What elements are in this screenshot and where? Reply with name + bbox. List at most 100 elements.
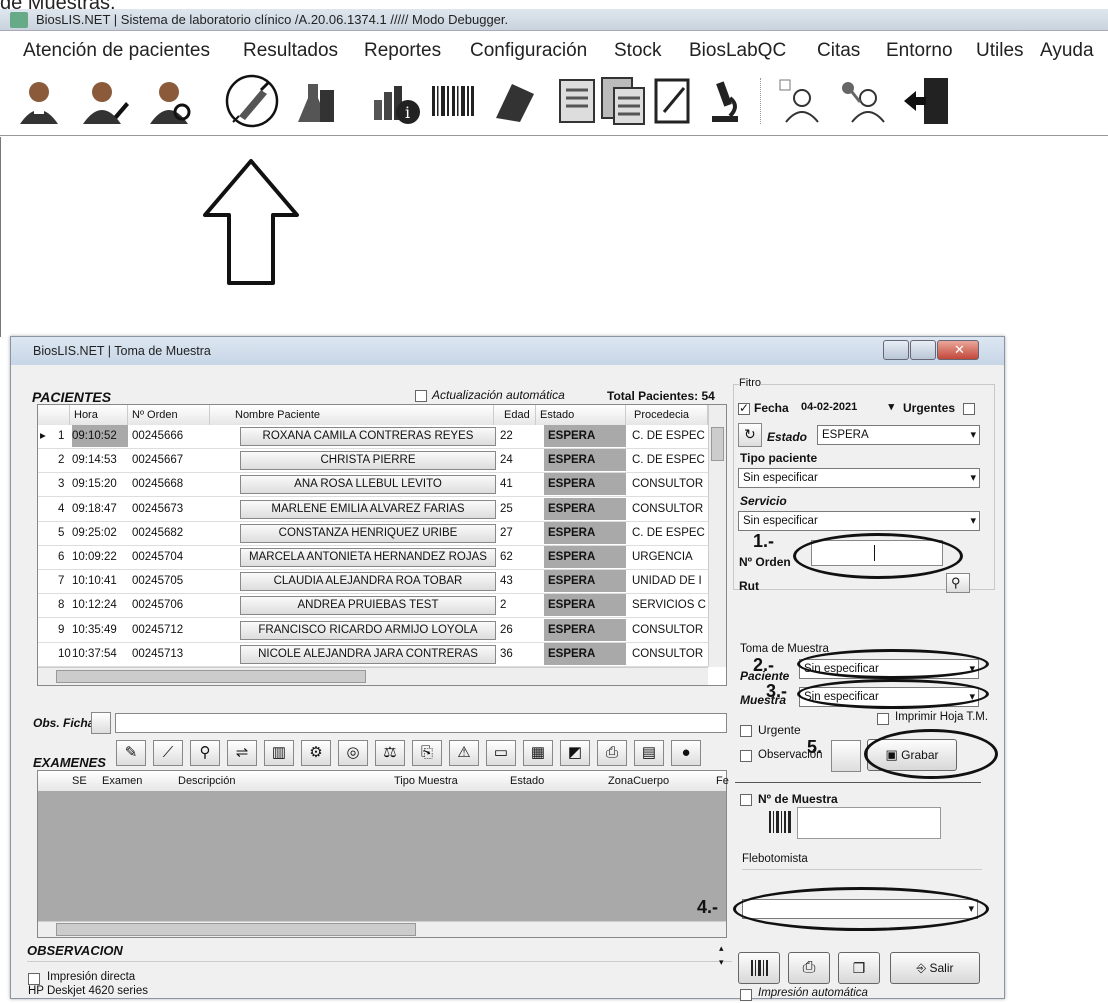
- col-orden[interactable]: Nº Orden: [128, 405, 210, 425]
- menu-atencion[interactable]: Atención de pacientes: [23, 40, 210, 62]
- examenes-hscrollbar[interactable]: [38, 921, 726, 937]
- print-button[interactable]: ⎙: [788, 952, 830, 984]
- rack-icon[interactable]: ▥: [264, 740, 294, 766]
- imprimir-hoja-checkbox[interactable]: [877, 713, 889, 725]
- patient-edit-icon[interactable]: [80, 76, 130, 126]
- estado-select[interactable]: ESPERA: [817, 425, 980, 445]
- menu-configuracion[interactable]: Configuración: [470, 40, 587, 62]
- chart-icon[interactable]: ◩: [560, 740, 590, 766]
- col-edad[interactable]: Edad: [494, 405, 536, 425]
- nmuestra-checkbox[interactable]: [740, 794, 752, 806]
- col-descripcion[interactable]: Descripción: [178, 775, 235, 787]
- barcode-print-button[interactable]: [738, 952, 780, 984]
- col-estado[interactable]: Estado: [536, 405, 626, 425]
- tube-icon[interactable]: ⇌: [227, 740, 257, 766]
- list-icon[interactable]: ▤: [634, 740, 664, 766]
- col-estado-examen[interactable]: Estado: [510, 775, 544, 787]
- microscope-icon[interactable]: [700, 76, 750, 126]
- maximize-button[interactable]: [910, 340, 936, 360]
- patient-name-button[interactable]: CONSTANZA HENRIQUEZ URIBE: [240, 523, 496, 543]
- col-se[interactable]: SE: [72, 775, 87, 787]
- vertical-scrollbar[interactable]: [708, 405, 726, 667]
- patient-name-button[interactable]: FRANCISCO RICARDO ARMIJO LOYOLA: [240, 620, 496, 640]
- examenes-grid: SE Examen Descripción Tipo Muestra Estad…: [37, 770, 729, 938]
- patient-name-button[interactable]: NICOLE ALEJANDRA JARA CONTRERAS: [240, 644, 496, 664]
- menu-bioslabqc[interactable]: BiosLabQC: [689, 40, 786, 62]
- refresh-icon: ↻: [744, 426, 756, 442]
- patient-name-button[interactable]: CLAUDIA ALEJANDRA ROA TOBAR: [240, 572, 496, 592]
- patient-name-button[interactable]: ROXANA CAMILA CONTRERAS REYES: [240, 427, 496, 446]
- patient-icon[interactable]: [14, 76, 64, 126]
- servicio-select[interactable]: Sin especificar: [738, 511, 980, 531]
- attach-button[interactable]: [91, 712, 111, 734]
- auto-update-checkbox[interactable]: [415, 390, 427, 402]
- lab-flask-icon[interactable]: [290, 76, 340, 126]
- exit-door-icon[interactable]: [902, 76, 952, 126]
- toma-title: Toma de Muestra: [740, 643, 829, 655]
- patient-name-button[interactable]: MARLENE EMILIA ALVAREZ FARIAS: [240, 499, 496, 519]
- col-fe[interactable]: Fe: [716, 775, 729, 787]
- user-permissions-icon[interactable]: [776, 76, 826, 126]
- col-tipo-muestra[interactable]: Tipo Muestra: [394, 775, 458, 787]
- warning-icon[interactable]: ⚠: [449, 740, 479, 766]
- syringe-icon[interactable]: [225, 74, 279, 128]
- cell-hora: 10:09:22: [72, 551, 117, 563]
- fecha-checkbox[interactable]: [738, 401, 750, 415]
- fecha-picker[interactable]: 04-02-2021: [797, 398, 897, 418]
- menu-resultados[interactable]: Resultados: [243, 40, 338, 62]
- notebook-icon[interactable]: [648, 76, 698, 126]
- sample-tube-button[interactable]: [831, 740, 861, 772]
- col-zona-cuerpo[interactable]: ZonaCuerpo: [608, 775, 669, 787]
- copy-button[interactable]: ❐: [838, 952, 880, 984]
- person-icon[interactable]: ⚲: [190, 740, 220, 766]
- urgentes-checkbox[interactable]: [963, 403, 975, 415]
- menu-citas[interactable]: Citas: [817, 40, 860, 62]
- col-examen[interactable]: Examen: [102, 775, 142, 787]
- user-keys-icon[interactable]: [838, 76, 888, 126]
- minimize-button[interactable]: [883, 340, 909, 360]
- col-hora[interactable]: Hora: [70, 405, 128, 425]
- frame-icon[interactable]: ▭: [486, 740, 516, 766]
- needle-icon[interactable]: ⟋: [153, 740, 183, 766]
- menu-ayuda[interactable]: Ayuda: [1040, 40, 1094, 62]
- stats-info-icon[interactable]: i: [372, 76, 422, 126]
- observacion-checkbox[interactable]: [740, 750, 752, 762]
- observacion-spinner[interactable]: ▴ ▾: [719, 941, 731, 971]
- nmuestra-label: Nº de Muestra: [758, 792, 838, 806]
- impresion-automatica-checkbox[interactable]: [740, 989, 752, 1001]
- report-icon[interactable]: [552, 76, 602, 126]
- horizontal-scrollbar[interactable]: [38, 667, 708, 685]
- patient-search-icon[interactable]: [144, 76, 194, 126]
- obs-ficha-input[interactable]: [115, 713, 727, 733]
- settings-icon[interactable]: ⚙: [301, 740, 331, 766]
- scale-icon[interactable]: ⚖: [375, 740, 405, 766]
- tipo-paciente-select[interactable]: Sin especificar: [738, 468, 980, 488]
- patient-name-button[interactable]: ANDREA PRUIEBAS TEST: [240, 596, 496, 616]
- grid-icon[interactable]: ▦: [523, 740, 553, 766]
- impresion-directa-checkbox[interactable]: [28, 973, 40, 985]
- col-procedencia[interactable]: Procedecia: [626, 405, 708, 425]
- row-number: 3: [58, 478, 65, 491]
- record-icon[interactable]: ●: [671, 740, 701, 766]
- menu-entorno[interactable]: Entorno: [886, 40, 953, 62]
- col-nombre[interactable]: Nombre Paciente: [210, 405, 494, 425]
- binoculars-button[interactable]: ⚲: [946, 573, 970, 593]
- patient-name-button[interactable]: MARCELA ANTONIETA HERNANDEZ ROJAS: [240, 548, 496, 567]
- patient-name-button[interactable]: CHRISTA PIERRE: [240, 451, 496, 471]
- edit-icon[interactable]: ✎: [116, 740, 146, 766]
- urgente-checkbox[interactable]: [740, 725, 752, 737]
- menu-reportes[interactable]: Reportes: [364, 40, 441, 62]
- reports-icon[interactable]: [598, 76, 648, 126]
- barcode-icon[interactable]: [428, 76, 478, 126]
- salir-button[interactable]: ⎆ Salir: [890, 952, 980, 984]
- nmuestra-input[interactable]: [797, 807, 941, 839]
- patient-name-button[interactable]: ANA ROSA LLEBUL LEVITO: [240, 475, 496, 495]
- menu-stock[interactable]: Stock: [614, 40, 662, 62]
- refresh-button[interactable]: ↻: [738, 423, 762, 447]
- close-button[interactable]: ✕: [937, 340, 979, 360]
- print-icon[interactable]: ⎙: [597, 740, 627, 766]
- target-icon[interactable]: ◎: [338, 740, 368, 766]
- sample-icon[interactable]: [490, 76, 540, 126]
- copy-icon[interactable]: ⎘: [412, 740, 442, 766]
- menu-utiles[interactable]: Utiles: [976, 40, 1024, 62]
